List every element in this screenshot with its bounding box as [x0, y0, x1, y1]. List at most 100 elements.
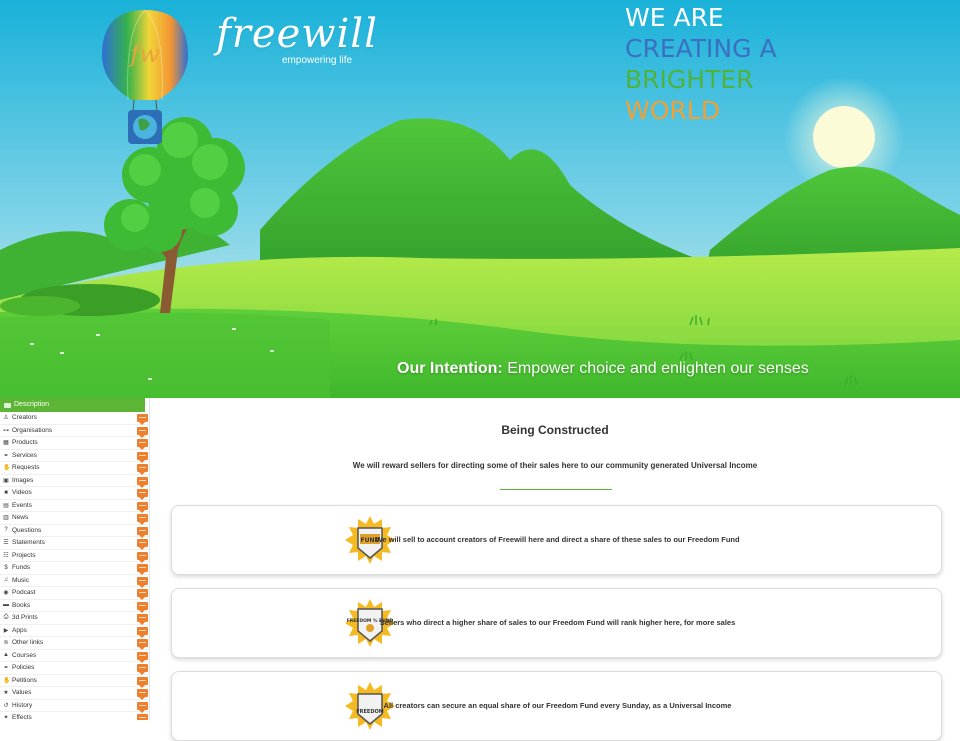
sidebar-item-creators[interactable]: ♙ Creators [0, 412, 149, 425]
sidebar-item-books[interactable]: ▬ Books [0, 600, 149, 613]
sidebar-item-label: Values [12, 689, 32, 697]
flag-icon[interactable] [137, 526, 148, 538]
sidebar-item-label: History [12, 701, 33, 709]
sidebar-item-label: Creators [12, 414, 37, 422]
wifi-icon: ≋ [3, 640, 9, 647]
sidebar-item-events[interactable]: ▤ Events [0, 500, 149, 513]
hero-banner: fw freewill empowering life WE ARE CREAT… [0, 0, 960, 398]
flag-icon[interactable] [137, 639, 148, 650]
sidebar-item-requests[interactable]: ✋ Requests [0, 462, 149, 475]
flag-icon[interactable] [137, 689, 148, 700]
flag-icon[interactable] [137, 451, 148, 463]
flag-icon[interactable] [137, 539, 148, 550]
sidebar-item-3d-prints[interactable]: ⎙ 3d Prints [0, 612, 149, 625]
balloon-monogram: fw [128, 40, 160, 68]
flag-icon[interactable] [137, 464, 148, 475]
sidebar-item-organisations[interactable]: ⊶ Organisations [0, 425, 149, 438]
sidebar-item-funds[interactable]: $ Funds [0, 562, 149, 575]
sidebar-item-label: Books [12, 601, 31, 609]
card-text: Sellers who direct a higher share of sal… [379, 618, 736, 627]
main-content: Being Constructed We will reward sellers… [150, 398, 960, 741]
flag-icon[interactable] [137, 664, 148, 675]
sidebar-item-news[interactable]: ▥ News [0, 512, 149, 525]
sidebar-item-label: Other links [12, 639, 44, 647]
sidebar-item-products[interactable]: ▦ Products [0, 437, 149, 450]
podcast-icon: ◉ [3, 590, 9, 597]
hand-icon: ✋ [3, 465, 11, 472]
handshake-icon: ⚭ [3, 452, 9, 459]
landscape-illustration: fw [0, 0, 960, 398]
sidebar-item-petitions[interactable]: ✋ Petitions [0, 675, 149, 688]
sidebar-item-questions[interactable]: ? Questions [0, 525, 149, 538]
flag-icon[interactable] [137, 589, 148, 600]
hero-tagline: WE ARE CREATING A BRIGHTER WORLD [625, 2, 777, 126]
sidebar-item-label: Statements [12, 539, 45, 547]
flag-icon[interactable] [137, 564, 148, 575]
flag-icon[interactable] [137, 676, 148, 688]
sidebar-item-label: Petitions [12, 676, 37, 684]
info-card: FREEDOM All creators can secure an equal… [171, 671, 942, 741]
sidebar-item-projects[interactable]: ☷ Projects [0, 550, 149, 563]
flag-icon[interactable] [137, 501, 148, 513]
book-icon: ▬ [3, 602, 9, 609]
flag-icon[interactable] [137, 476, 148, 488]
sidebar-item-label: Services [12, 451, 37, 459]
sidebar-item-label: Events [12, 501, 32, 509]
flag-icon[interactable] [137, 576, 148, 588]
store-icon: ▦ [3, 440, 9, 447]
sidebar-item-music[interactable]: ♫ Music [0, 575, 149, 588]
flag-icon[interactable] [137, 614, 148, 625]
flag-icon[interactable] [137, 489, 148, 500]
star-icon: ★ [3, 690, 9, 697]
sidebar-item-label: Requests [12, 464, 40, 472]
sidebar-item-images[interactable]: ▣ Images [0, 475, 149, 488]
sun-icon [813, 106, 875, 168]
sidebar-item-statements[interactable]: ☰ Statements [0, 537, 149, 550]
flag-icon[interactable] [137, 714, 148, 720]
flag-icon[interactable] [137, 601, 148, 613]
image-icon: ▣ [3, 477, 9, 484]
flag-icon[interactable] [137, 514, 148, 525]
handshake-icon: ⚭ [3, 665, 9, 672]
flag-icon[interactable] [137, 414, 148, 425]
sidebar-item-history[interactable]: ↺ History [0, 700, 149, 713]
effects-icon: ✦ [3, 715, 9, 720]
sidebar-item-label: Questions [12, 526, 42, 534]
page-title: Being Constructed [501, 423, 609, 437]
sidebar-item-other-links[interactable]: ≋ Other links [0, 637, 149, 650]
sidebar-item-label: 3d Prints [12, 614, 38, 622]
calendar-icon: ▤ [3, 502, 9, 509]
tagline-line-3: BRIGHTER [625, 65, 754, 94]
sidebar-item-courses[interactable]: ▲ Courses [0, 650, 149, 663]
sidebar-item-services[interactable]: ⚭ Services [0, 450, 149, 463]
tagline-line-1: WE ARE [625, 3, 724, 32]
sidebar-item-label: Effects [12, 714, 32, 720]
sidebar-item-policies[interactable]: ⚭ Policies [0, 662, 149, 675]
hand-icon: ✋ [3, 677, 11, 684]
sidebar-item-values[interactable]: ★ Values [0, 687, 149, 700]
list-icon: ☰ [3, 540, 9, 547]
flag-icon[interactable] [137, 439, 148, 450]
sidebar-item-label: Images [12, 476, 34, 484]
card-text: We will sell to account creators of Free… [375, 535, 740, 544]
sidebar-item-label: Courses [12, 651, 37, 659]
flag-icon[interactable] [137, 651, 148, 663]
description-icon [4, 402, 11, 408]
sidebar-item-apps[interactable]: ▶ Apps [0, 625, 149, 638]
flag-icon[interactable] [137, 626, 148, 638]
play-icon: ▶ [3, 627, 9, 634]
sidebar-item-label: Videos [12, 489, 32, 497]
flag-icon[interactable] [137, 426, 148, 438]
brand-logo[interactable]: freewill empowering life [216, 14, 378, 66]
info-card: FREEDOM % FUND Sellers who direct a high… [171, 588, 942, 658]
sidebar-header-label: Description [14, 401, 50, 408]
sidebar-item-effects[interactable]: ✦ Effects [0, 712, 149, 720]
sidebar-item-videos[interactable]: ■ Videos [0, 487, 149, 500]
sidebar-header[interactable]: Description [0, 398, 145, 412]
tasks-icon: ☷ [3, 552, 9, 559]
sidebar-item-label: Podcast [12, 589, 36, 597]
flag-icon[interactable] [137, 551, 148, 563]
flag-icon[interactable] [137, 701, 148, 713]
tagline-line-2: CREATING A [625, 34, 777, 63]
sidebar-item-podcast[interactable]: ◉ Podcast [0, 587, 149, 600]
